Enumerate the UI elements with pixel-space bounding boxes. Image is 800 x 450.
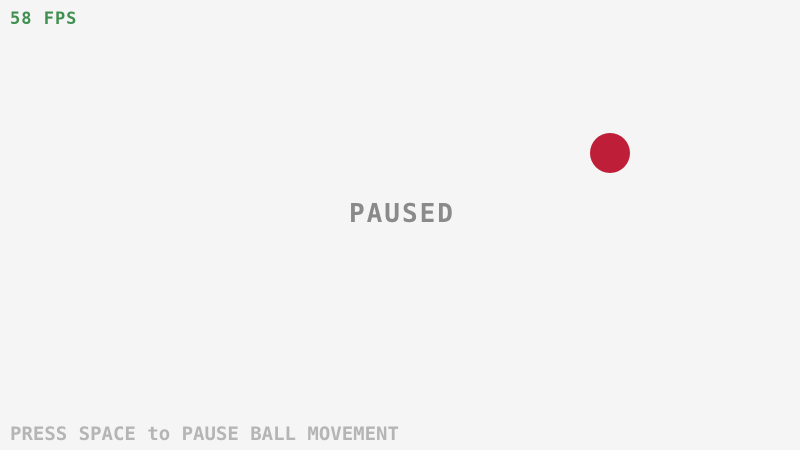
game-canvas[interactable]: 58 FPS PAUSED PRESS SPACE to PAUSE BALL … (0, 0, 800, 450)
instructions-text: PRESS SPACE to PAUSE BALL MOVEMENT (10, 423, 399, 445)
fps-counter: 58 FPS (10, 9, 78, 29)
ball (590, 133, 630, 173)
paused-label: PAUSED (349, 199, 455, 229)
